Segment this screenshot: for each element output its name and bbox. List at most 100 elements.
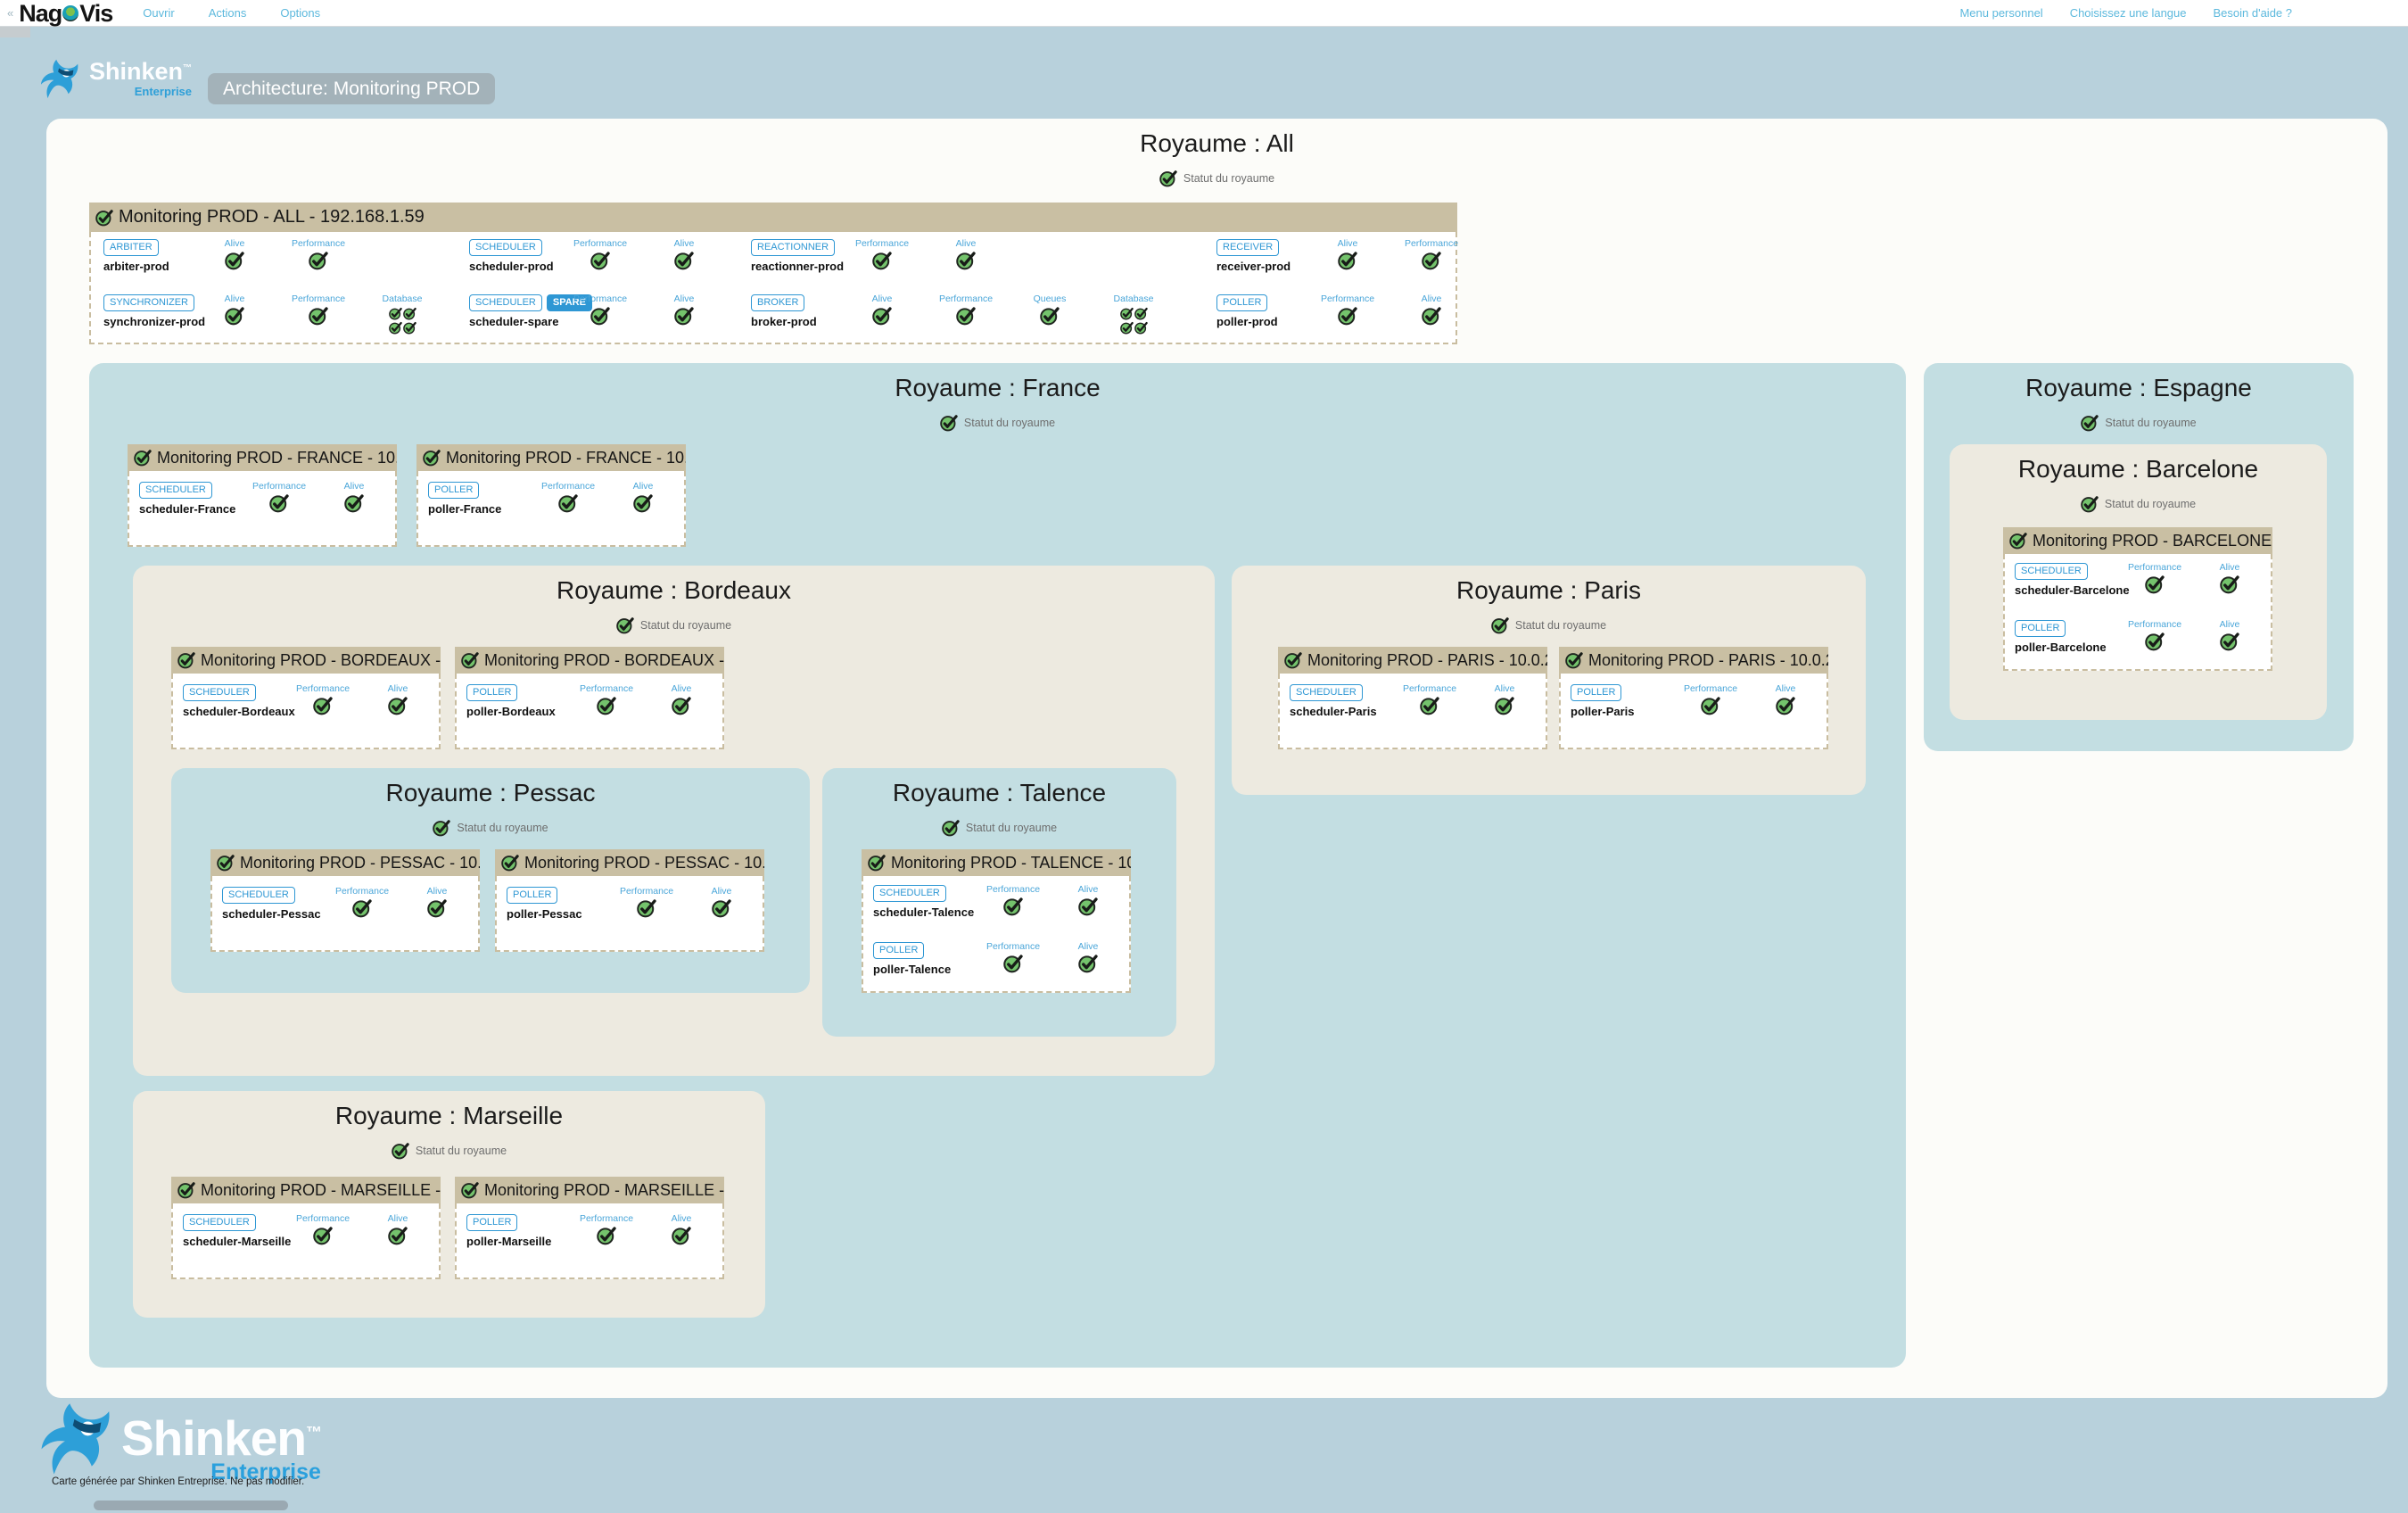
status-ok-icon[interactable] xyxy=(225,306,244,326)
menu-item-ouvrir[interactable]: Ouvrir xyxy=(143,6,174,20)
status-ok-icon[interactable] xyxy=(2145,575,2165,594)
status-ok-icon[interactable] xyxy=(597,696,616,715)
status-ok-icon[interactable] xyxy=(1338,306,1357,326)
node-name[interactable]: scheduler-spare xyxy=(469,315,558,328)
status-ok-icon[interactable] xyxy=(1078,954,1098,973)
status-ok-icon[interactable] xyxy=(633,493,653,513)
status-ok-grid-icon[interactable] xyxy=(389,307,416,335)
monitoring-box-header[interactable]: Monitoring PROD - BARCELONE -... xyxy=(2003,527,2272,554)
status-ok-icon[interactable] xyxy=(1422,306,1441,326)
status-ok-icon[interactable] xyxy=(344,493,364,513)
node-name[interactable]: poller-prod xyxy=(1216,315,1306,328)
map-node-receiver-prod[interactable]: RECEIVERreceiver-prodAlivePerformance xyxy=(1216,237,1473,273)
monitoring-box-header[interactable]: Monitoring PROD - PARIS - 10.0.2.2 xyxy=(1559,647,1828,674)
node-name[interactable]: poller-Paris xyxy=(1571,705,1673,718)
status-ok-icon[interactable] xyxy=(313,696,333,715)
monitoring-box-header[interactable]: Monitoring PROD - MARSEILLE - ... xyxy=(455,1177,724,1203)
monitoring-box-header[interactable]: Monitoring PROD - ALL - 192.168.1.59 xyxy=(89,203,1457,232)
status-ok-icon[interactable] xyxy=(558,493,578,513)
map-node-poller-Pessac[interactable]: POLLERpoller-PessacPerformanceAlive xyxy=(507,885,759,921)
map-node-scheduler-Bordeaux[interactable]: SCHEDULERscheduler-BordeauxPerformanceAl… xyxy=(183,682,435,718)
monitoring-box-header[interactable]: Monitoring PROD - BORDEAUX - ... xyxy=(455,647,724,674)
node-name[interactable]: synchronizer-prod xyxy=(103,315,193,328)
map-node-poller-Talence[interactable]: POLLERpoller-TalencePerformanceAlive xyxy=(873,940,1126,976)
status-ok-icon[interactable] xyxy=(637,898,656,918)
status-ok-icon[interactable] xyxy=(956,251,976,270)
node-name[interactable]: poller-Marseille xyxy=(466,1235,569,1248)
status-ok-icon[interactable] xyxy=(2220,575,2239,594)
horizontal-scrollbar-thumb[interactable] xyxy=(94,1501,288,1510)
map-node-poller-prod[interactable]: POLLERpoller-prodPerformanceAlive xyxy=(1216,293,1473,328)
status-ok-icon[interactable] xyxy=(313,1226,333,1245)
monitoring-box-header[interactable]: Monitoring PROD - FRANCE - 10.... xyxy=(128,444,397,471)
map-node-scheduler-France[interactable]: SCHEDULERscheduler-FrancePerformanceAliv… xyxy=(139,480,392,516)
status-ok-icon[interactable] xyxy=(674,306,694,326)
realm-status-ok-icon[interactable] xyxy=(942,819,960,837)
node-name[interactable]: scheduler-Talence xyxy=(873,905,976,919)
map-node-poller-Marseille[interactable]: POLLERpoller-MarseillePerformanceAlive xyxy=(466,1212,719,1248)
status-ok-icon[interactable] xyxy=(590,251,610,270)
menu-item-aide[interactable]: Besoin d'aide ? xyxy=(2214,6,2293,20)
node-name[interactable]: scheduler-Pessac xyxy=(222,907,325,921)
map-node-broker-prod[interactable]: BROKERbroker-prodAlivePerformanceQueuesD… xyxy=(751,293,1175,335)
status-ok-icon[interactable] xyxy=(1040,306,1060,326)
menu-item-actions[interactable]: Actions xyxy=(209,6,247,20)
map-node-poller-Bordeaux[interactable]: POLLERpoller-BordeauxPerformanceAlive xyxy=(466,682,719,718)
monitoring-box-header[interactable]: Monitoring PROD - PESSAC - 10.0... xyxy=(495,849,764,876)
node-name[interactable]: poller-Bordeaux xyxy=(466,705,569,718)
node-name[interactable]: poller-Barcelone xyxy=(2015,641,2117,654)
map-node-poller-Barcelone[interactable]: POLLERpoller-BarcelonePerformanceAlive xyxy=(2015,618,2267,654)
status-ok-icon[interactable] xyxy=(956,306,976,326)
map-node-poller-France[interactable]: POLLERpoller-FrancePerformanceAlive xyxy=(428,480,680,516)
node-name[interactable]: receiver-prod xyxy=(1216,260,1306,273)
status-ok-icon[interactable] xyxy=(427,898,447,918)
node-name[interactable]: scheduler-France xyxy=(139,502,242,516)
monitoring-box-header[interactable]: Monitoring PROD - MARSEILLE - ... xyxy=(171,1177,441,1203)
status-ok-icon[interactable] xyxy=(672,1226,691,1245)
status-ok-icon[interactable] xyxy=(2145,632,2165,651)
menu-item-options[interactable]: Options xyxy=(280,6,320,20)
status-ok-icon[interactable] xyxy=(1701,696,1720,715)
menu-item-personnel[interactable]: Menu personnel xyxy=(1959,6,2042,20)
realm-status-ok-icon[interactable] xyxy=(940,414,958,432)
status-ok-icon[interactable] xyxy=(1422,251,1441,270)
realm-status-ok-icon[interactable] xyxy=(1159,169,1177,187)
realm-status-ok-icon[interactable] xyxy=(1491,616,1509,634)
status-ok-icon[interactable] xyxy=(352,898,372,918)
map-node-scheduler-Barcelone[interactable]: SCHEDULERscheduler-BarcelonePerformanceA… xyxy=(2015,561,2267,597)
node-name[interactable]: scheduler-Bordeaux xyxy=(183,705,285,718)
map-node-arbiter-prod[interactable]: ARBITERarbiter-prodAlivePerformance xyxy=(103,237,360,273)
status-ok-icon[interactable] xyxy=(1003,897,1023,916)
status-ok-icon[interactable] xyxy=(225,251,244,270)
realm-status-ok-icon[interactable] xyxy=(616,616,634,634)
status-ok-icon[interactable] xyxy=(269,493,289,513)
monitoring-box-header[interactable]: Monitoring PROD - BORDEAUX - ... xyxy=(171,647,441,674)
status-ok-icon[interactable] xyxy=(1495,696,1514,715)
node-name[interactable]: reactionner-prod xyxy=(751,260,840,273)
realm-status-ok-icon[interactable] xyxy=(392,1142,409,1160)
map-node-scheduler-prod[interactable]: SCHEDULERscheduler-prodPerformanceAlive xyxy=(469,237,726,273)
node-name[interactable]: scheduler-Marseille xyxy=(183,1235,285,1248)
map-node-scheduler-Talence[interactable]: SCHEDULERscheduler-TalencePerformanceAli… xyxy=(873,883,1126,919)
map-node-scheduler-Paris[interactable]: SCHEDULERscheduler-ParisPerformanceAlive xyxy=(1290,682,1542,718)
sidebar-collapse-icon[interactable]: « xyxy=(7,6,13,20)
status-ok-icon[interactable] xyxy=(590,306,610,326)
status-ok-icon[interactable] xyxy=(309,251,328,270)
node-name[interactable]: scheduler-Paris xyxy=(1290,705,1392,718)
status-ok-icon[interactable] xyxy=(309,306,328,326)
node-name[interactable]: arbiter-prod xyxy=(103,260,193,273)
map-node-poller-Paris[interactable]: POLLERpoller-ParisPerformanceAlive xyxy=(1571,682,1823,718)
monitoring-box-header[interactable]: Monitoring PROD - PESSAC - 10.0... xyxy=(210,849,480,876)
status-ok-icon[interactable] xyxy=(388,1226,408,1245)
node-name[interactable]: scheduler-Barcelone xyxy=(2015,583,2117,597)
status-ok-icon[interactable] xyxy=(674,251,694,270)
node-name[interactable]: poller-Pessac xyxy=(507,907,609,921)
node-name[interactable]: broker-prod xyxy=(751,315,840,328)
map-node-scheduler-Marseille[interactable]: SCHEDULERscheduler-MarseillePerformanceA… xyxy=(183,1212,435,1248)
status-ok-icon[interactable] xyxy=(2220,632,2239,651)
status-ok-icon[interactable] xyxy=(1776,696,1795,715)
node-name[interactable]: poller-Talence xyxy=(873,963,976,976)
status-ok-icon[interactable] xyxy=(1420,696,1439,715)
status-ok-icon[interactable] xyxy=(597,1226,616,1245)
map-node-scheduler-Pessac[interactable]: SCHEDULERscheduler-PessacPerformanceAliv… xyxy=(222,885,474,921)
